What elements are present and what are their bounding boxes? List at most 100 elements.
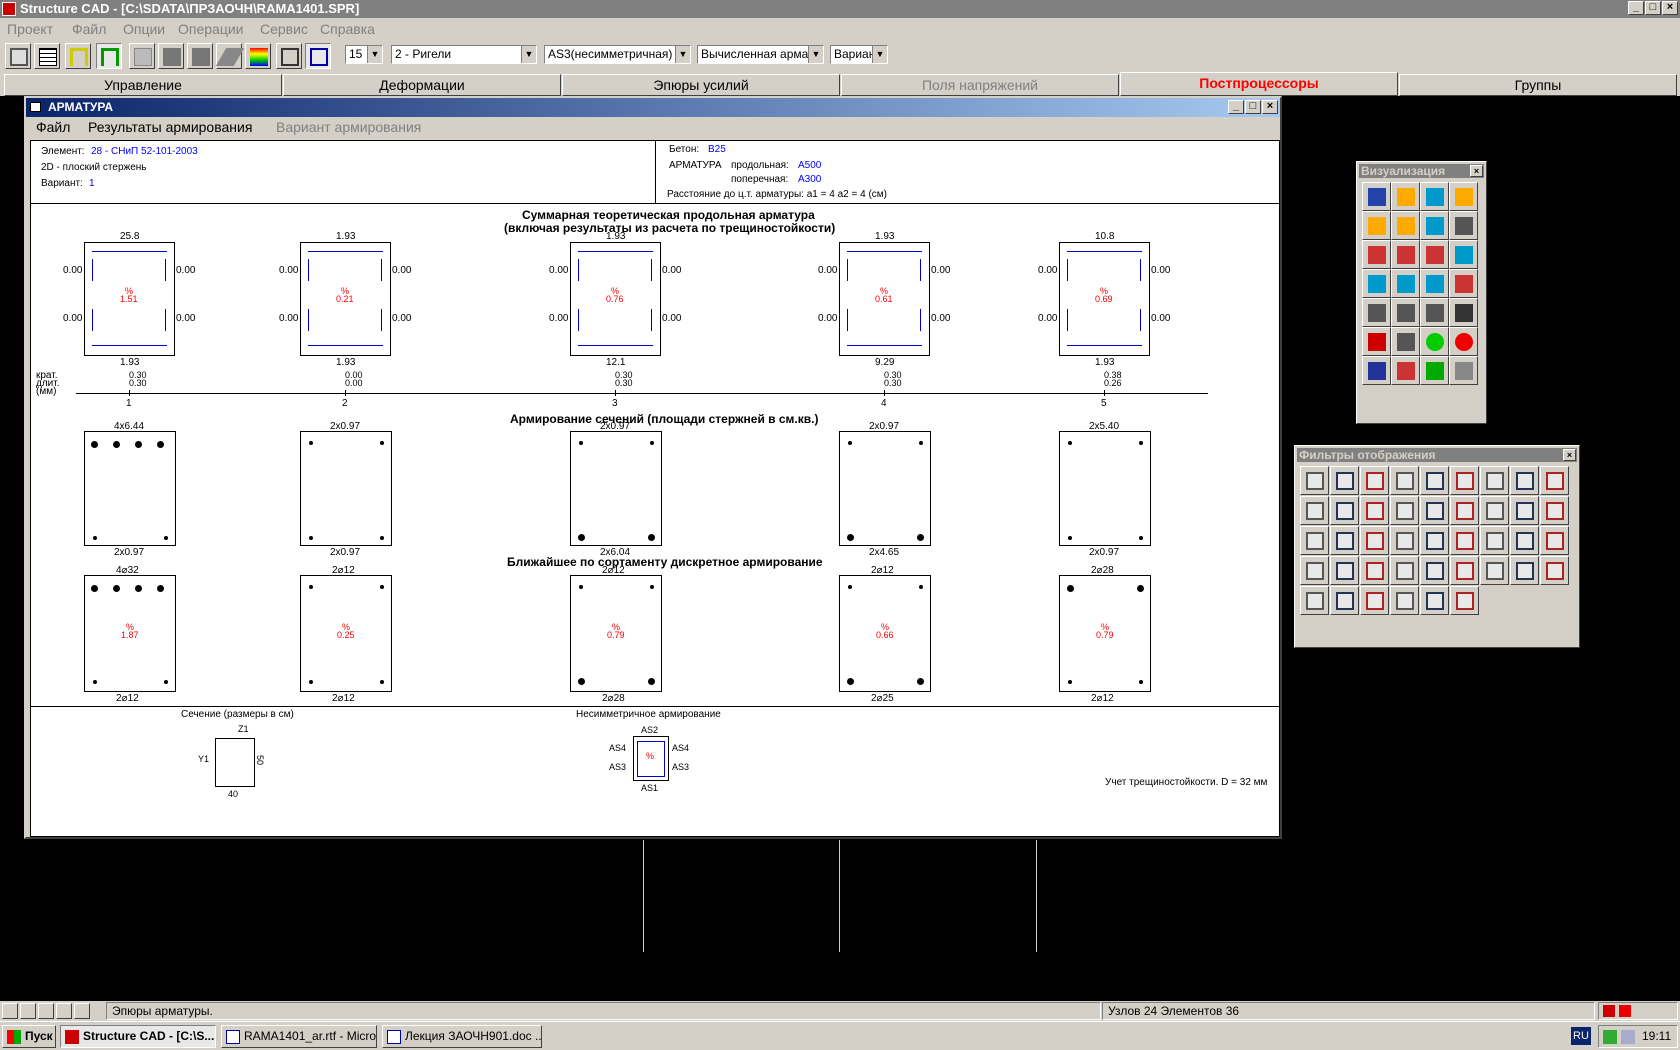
group-combo[interactable]: 2 - Ригели ▼ (391, 45, 537, 64)
rotate-y-icon[interactable] (1391, 182, 1420, 211)
tray-icon-2[interactable] (1621, 1030, 1635, 1044)
task-structure-cad[interactable]: Structure CAD - [C:\S... (60, 1025, 216, 1048)
tab-postprocessors[interactable]: Постпроцессоры (1120, 72, 1398, 96)
frame-green-icon[interactable] (96, 43, 122, 69)
cube-outline-icon[interactable] (1360, 466, 1389, 495)
vert-icon[interactable] (1420, 586, 1449, 615)
pressure-icon[interactable] (1300, 526, 1329, 555)
disc-section[interactable]: % 0.25 (300, 575, 392, 692)
zoom-icon[interactable] (1449, 298, 1478, 327)
theor-section[interactable]: % 1.51 (84, 242, 175, 356)
rotate-z-icon[interactable] (1449, 182, 1478, 211)
tab-force-diagrams[interactable]: Эпюры усилий (562, 74, 840, 96)
axes2-icon[interactable] (1420, 496, 1449, 525)
cube-left-icon[interactable] (1362, 269, 1391, 298)
dialog-menu-file[interactable]: Файл (36, 119, 70, 135)
gray-box-icon[interactable] (1510, 556, 1539, 585)
disc-section[interactable]: % 0.66 (839, 575, 931, 692)
rotate-xy-icon[interactable] (1391, 211, 1420, 240)
status-icon-2[interactable] (20, 1003, 36, 1019)
area-section[interactable] (84, 431, 176, 546)
hist-icon[interactable] (1300, 586, 1329, 615)
tab-control[interactable]: Управление (4, 74, 282, 96)
task-doc[interactable]: Лекция ЗАОЧН901.doc ... (382, 1025, 542, 1048)
scale-filter-icon[interactable] (1300, 556, 1329, 585)
table-icon[interactable] (1420, 298, 1449, 327)
fit-icon[interactable] (1449, 211, 1478, 240)
profile-icon[interactable] (1480, 526, 1509, 555)
filter-grid-icon[interactable] (1360, 526, 1389, 555)
disc-section[interactable]: % 1.87 (84, 575, 176, 692)
scale-icon[interactable] (245, 43, 271, 69)
node-number-icon[interactable] (1420, 466, 1449, 495)
element-number-icon[interactable] (1450, 466, 1479, 495)
status-icon-4[interactable] (56, 1003, 72, 1019)
red-grid-icon[interactable] (1480, 556, 1509, 585)
elem-n-icon[interactable] (1330, 556, 1359, 585)
object-icon[interactable] (1362, 182, 1391, 211)
sigma-icon[interactable] (1330, 586, 1359, 615)
hatch-filter-icon[interactable] (1420, 526, 1449, 555)
lang-indicator[interactable]: RU (1571, 1027, 1591, 1045)
dialog-maximize-button[interactable]: □ (1245, 100, 1261, 114)
menu-file[interactable]: Файл (72, 21, 106, 37)
load-icon[interactable] (1480, 496, 1509, 525)
color-icon[interactable] (1540, 556, 1569, 585)
disc-section[interactable]: % 0.79 (1059, 575, 1151, 692)
group-icon[interactable] (1360, 556, 1389, 585)
close-button[interactable]: × (1662, 1, 1678, 15)
area-section[interactable] (570, 431, 662, 546)
hinge-icon[interactable] (1360, 496, 1389, 525)
variant-combo[interactable]: Вариан ▼ (830, 45, 888, 64)
cube-right-icon[interactable] (1391, 269, 1420, 298)
start-button[interactable]: Пуск (2, 1025, 56, 1048)
ung-icon[interactable] (1390, 556, 1419, 585)
cube-iso-icon[interactable] (1449, 240, 1478, 269)
pencil-icon[interactable] (1300, 466, 1329, 495)
menu-operations[interactable]: Операции (178, 21, 244, 37)
green-ball-icon[interactable] (1420, 327, 1449, 356)
rebar-mode-combo[interactable]: Вычисленная армату ▼ (697, 45, 824, 64)
rebar-icon[interactable] (1510, 526, 1539, 555)
area-section[interactable] (839, 431, 931, 546)
dialog-close-button[interactable]: × (1262, 100, 1278, 114)
tab-deformations[interactable]: Деформации (283, 74, 561, 96)
rebar-type-combo[interactable]: AS3(несимметричная) ▼ (544, 45, 691, 64)
tray-icon-1[interactable] (1603, 1030, 1617, 1044)
frame-3d-icon[interactable] (5, 43, 31, 69)
rigid-body-icon[interactable] (1540, 466, 1569, 495)
green-grid-icon[interactable] (1420, 356, 1449, 385)
support-icon[interactable] (1300, 496, 1329, 525)
tab-groups[interactable]: Группы (1399, 74, 1677, 96)
theor-section[interactable]: % 0.76 (570, 242, 661, 356)
cube-side-icon[interactable] (1420, 240, 1449, 269)
rotate-xz-icon[interactable] (1420, 211, 1449, 240)
tab-stress-fields[interactable]: Поля напряжений (841, 74, 1119, 96)
ruler-icon[interactable] (1450, 526, 1479, 555)
viz-close-button[interactable]: × (1470, 165, 1483, 177)
print-icon[interactable] (1391, 327, 1420, 356)
dialog-minimize-button[interactable]: _ (1228, 100, 1244, 114)
disc-section[interactable]: % 0.79 (570, 575, 662, 692)
section-select-icon[interactable] (305, 43, 331, 69)
area-section[interactable] (1059, 431, 1151, 546)
grid-icon[interactable] (34, 43, 60, 69)
nodal-force-icon[interactable] (1330, 526, 1359, 555)
hatch-icon[interactable] (129, 43, 155, 69)
step-icon[interactable] (158, 43, 184, 69)
node-label-icon[interactable] (1480, 466, 1509, 495)
red-ball-icon[interactable] (1449, 327, 1478, 356)
spin-icon[interactable] (1362, 211, 1391, 240)
rotate-x-icon[interactable] (1420, 182, 1449, 211)
local-axes-icon[interactable] (1390, 496, 1419, 525)
eraser-icon[interactable] (1330, 466, 1359, 495)
theor-section[interactable]: % 0.61 (839, 242, 930, 356)
minimize-button[interactable]: _ (1628, 1, 1644, 15)
app-icon[interactable] (2, 2, 16, 16)
cube-back-icon[interactable] (1420, 269, 1449, 298)
plate-icon[interactable] (215, 43, 245, 69)
brush-icon[interactable] (1540, 526, 1569, 555)
frame-yellow-icon[interactable] (65, 43, 91, 69)
rebar-frame-icon[interactable] (276, 43, 302, 69)
menu-options[interactable]: Опции (123, 21, 165, 37)
